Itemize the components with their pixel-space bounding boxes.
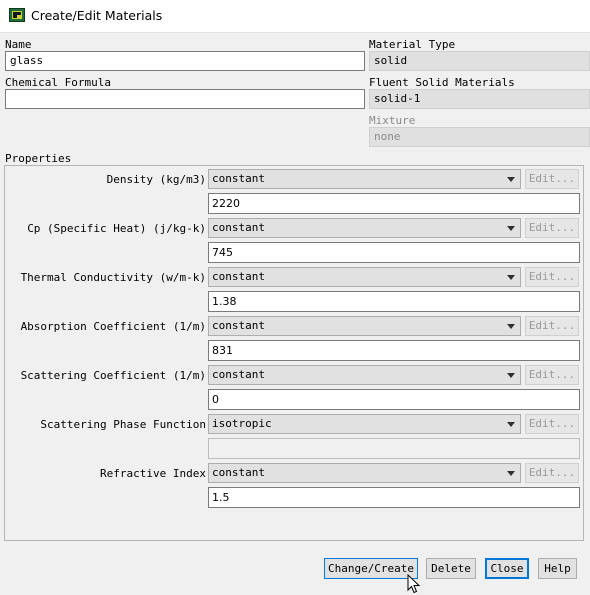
refractive-index-value: 1.5	[212, 491, 230, 504]
chevron-down-icon	[507, 324, 515, 329]
help-button[interactable]: Help	[538, 558, 577, 579]
thermal-conductivity-value-input[interactable]: 1.38	[208, 291, 580, 312]
refractive-index-method-value: constant	[212, 466, 265, 479]
density-method-value: constant	[212, 172, 265, 185]
scattering-phase-function-label: Scattering Phase Function	[40, 418, 206, 431]
name-value: glass	[10, 54, 44, 67]
thermal-conductivity-value: 1.38	[212, 295, 237, 308]
scattering-phase-function-method-value: isotropic	[212, 417, 272, 430]
absorption-coefficient-value-input[interactable]: 831	[208, 340, 580, 361]
fluent-materials-select[interactable]: solid-1	[369, 89, 590, 109]
scattering-coefficient-value: 0	[212, 393, 219, 406]
material-type-select[interactable]: solid	[369, 51, 590, 71]
scattering-phase-function-method-select[interactable]: isotropic	[208, 414, 521, 434]
scattering-coefficient-edit-button: Edit...	[525, 365, 579, 385]
close-button[interactable]: Close	[485, 558, 529, 579]
cp-edit-button: Edit...	[525, 218, 579, 238]
chevron-down-icon	[507, 177, 515, 182]
scattering-coefficient-value-input[interactable]: 0	[208, 389, 580, 410]
cp-label: Cp (Specific Heat) (j/kg-k)	[27, 222, 206, 235]
absorption-coefficient-edit-button: Edit...	[525, 316, 579, 336]
thermal-conductivity-method-select[interactable]: constant	[208, 267, 521, 287]
mixture-value: none	[374, 130, 401, 143]
material-type-label: Material Type	[369, 38, 456, 51]
name-label: Name	[5, 38, 32, 51]
chemical-formula-label: Chemical Formula	[5, 76, 111, 89]
refractive-index-edit-button: Edit...	[525, 463, 579, 483]
absorption-coefficient-method-value: constant	[212, 319, 265, 332]
scattering-coefficient-method-value: constant	[212, 368, 265, 381]
density-method-select[interactable]: constant	[208, 169, 521, 189]
window-title: Create/Edit Materials	[31, 8, 163, 23]
cp-method-select[interactable]: constant	[208, 218, 521, 238]
chevron-down-icon	[507, 373, 515, 378]
absorption-coefficient-label: Absorption Coefficient (1/m)	[20, 320, 206, 333]
mixture-label: Mixture	[369, 114, 416, 127]
thermal-conductivity-method-value: constant	[212, 270, 265, 283]
thermal-conductivity-edit-button: Edit...	[525, 267, 579, 287]
chevron-down-icon	[507, 422, 515, 427]
refractive-index-value-input[interactable]: 1.5	[208, 487, 580, 508]
absorption-coefficient-method-select[interactable]: constant	[208, 316, 521, 336]
density-edit-button: Edit...	[525, 169, 579, 189]
mixture-select: none	[369, 127, 590, 147]
cp-method-value: constant	[212, 221, 265, 234]
chevron-down-icon	[507, 471, 515, 476]
thermal-conductivity-label: Thermal Conductivity (w/m-k)	[20, 271, 206, 284]
chevron-down-icon	[507, 226, 515, 231]
density-value: 2220	[212, 197, 240, 210]
scattering-phase-function-value-input	[208, 438, 580, 459]
scattering-phase-function-edit-button: Edit...	[525, 414, 579, 434]
cp-value-input[interactable]: 745	[208, 242, 580, 263]
scattering-coefficient-method-select[interactable]: constant	[208, 365, 521, 385]
density-value-input[interactable]: 2220	[208, 193, 580, 214]
cp-value: 745	[212, 246, 233, 259]
fluent-materials-value: solid-1	[374, 92, 421, 105]
chevron-down-icon	[507, 275, 515, 280]
title-bar: Create/Edit Materials	[0, 0, 590, 33]
absorption-coefficient-value: 831	[212, 344, 233, 357]
chemical-formula-input[interactable]	[5, 89, 365, 109]
refractive-index-method-select[interactable]: constant	[208, 463, 521, 483]
density-label: Density (kg/m3)	[106, 173, 206, 186]
refractive-index-label: Refractive Index	[100, 467, 206, 480]
name-input[interactable]: glass	[5, 51, 365, 71]
material-type-value: solid	[374, 54, 408, 67]
properties-label: Properties	[5, 152, 72, 165]
mouse-cursor-icon	[407, 574, 421, 594]
change-create-button[interactable]: Change/Create	[324, 558, 418, 579]
fluent-materials-label: Fluent Solid Materials	[369, 76, 515, 89]
delete-button[interactable]: Delete	[426, 558, 476, 579]
scattering-coefficient-label: Scattering Coefficient (1/m)	[20, 369, 206, 382]
fluent-app-icon	[9, 8, 25, 22]
